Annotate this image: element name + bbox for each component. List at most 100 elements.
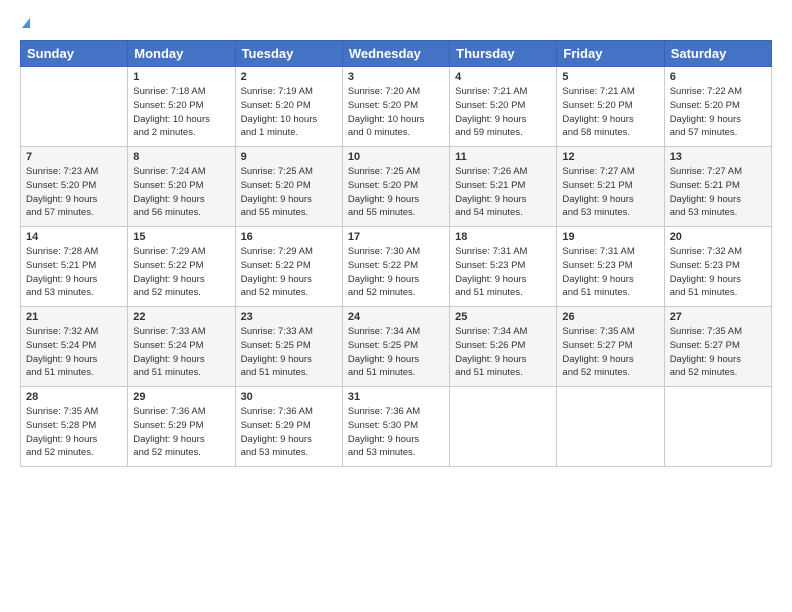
day-info-line: and 52 minutes.: [133, 447, 201, 458]
day-number: 17: [348, 231, 444, 243]
day-info: Sunrise: 7:31 AMSunset: 5:23 PMDaylight:…: [562, 245, 658, 300]
day-number: 3: [348, 71, 444, 83]
day-info-line: Sunset: 5:20 PM: [455, 100, 525, 111]
day-info-line: and 52 minutes.: [133, 287, 201, 298]
day-info-line: and 52 minutes.: [670, 367, 738, 378]
day-info: Sunrise: 7:35 AMSunset: 5:28 PMDaylight:…: [26, 405, 122, 460]
calendar-cell: 25Sunrise: 7:34 AMSunset: 5:26 PMDayligh…: [450, 307, 557, 387]
day-info-line: Sunset: 5:29 PM: [241, 420, 311, 431]
day-number: 4: [455, 71, 551, 83]
day-number: 7: [26, 151, 122, 163]
day-info-line: Daylight: 9 hours: [670, 114, 741, 125]
day-info-line: Sunrise: 7:22 AM: [670, 86, 742, 97]
calendar-cell: 18 Sunrise: 7:31 AMSunset: 5:23 PMDayligh…: [450, 227, 557, 307]
day-info-line: and 55 minutes.: [241, 207, 309, 218]
day-info-line: Daylight: 9 hours: [26, 274, 97, 285]
day-info-line: Daylight: 9 hours: [562, 354, 633, 365]
day-info-line: and 51 minutes.: [562, 287, 630, 298]
calendar-cell: 31Sunrise: 7:36 AMSunset: 5:30 PMDayligh…: [342, 387, 449, 467]
calendar-header-tuesday: Tuesday: [235, 41, 342, 67]
day-number: 27: [670, 311, 766, 323]
day-info: Sunrise: 7:27 AMSunset: 5:21 PMDaylight:…: [670, 165, 766, 220]
day-info-line: Daylight: 9 hours: [26, 354, 97, 365]
day-info-line: Sunrise: 7:34 AM: [455, 326, 527, 337]
day-info-line: Sunset: 5:25 PM: [348, 340, 418, 351]
calendar-week-row: 7 Sunrise: 7:23 AMSunset: 5:20 PMDaylight…: [21, 147, 772, 227]
day-number: 20: [670, 231, 766, 243]
day-info: Sunrise: 7:29 AMSunset: 5:22 PMDaylight:…: [133, 245, 229, 300]
day-info-line: Sunset: 5:20 PM: [241, 180, 311, 191]
day-info-line: Daylight: 9 hours: [133, 434, 204, 445]
calendar-cell: 12Sunrise: 7:27 AMSunset: 5:21 PMDayligh…: [557, 147, 664, 227]
calendar-cell: 17 Sunrise: 7:30 AMSunset: 5:22 PMDayligh…: [342, 227, 449, 307]
day-info-line: Daylight: 9 hours: [241, 434, 312, 445]
day-info: Sunrise: 7:25 AMSunset: 5:20 PMDaylight:…: [348, 165, 444, 220]
calendar-header-monday: Monday: [128, 41, 235, 67]
day-info-line: and 53 minutes.: [562, 207, 630, 218]
calendar-cell: 26Sunrise: 7:35 AMSunset: 5:27 PMDayligh…: [557, 307, 664, 387]
day-info-line: and 51 minutes.: [670, 287, 738, 298]
day-info-line: Sunset: 5:22 PM: [241, 260, 311, 271]
day-info-line: Daylight: 9 hours: [455, 114, 526, 125]
day-info-line: Sunset: 5:27 PM: [670, 340, 740, 351]
day-info: Sunrise: 7:23 AMSunset: 5:20 PMDaylight:…: [26, 165, 122, 220]
calendar-cell: 4 Sunrise: 7:21 AMSunset: 5:20 PMDaylight…: [450, 67, 557, 147]
header: [20, 18, 772, 30]
day-info-line: Sunset: 5:20 PM: [133, 180, 203, 191]
calendar-header-saturday: Saturday: [664, 41, 771, 67]
day-info: Sunrise: 7:31 AMSunset: 5:23 PMDaylight:…: [455, 245, 551, 300]
day-number: 10: [348, 151, 444, 163]
page: SundayMondayTuesdayWednesdayThursdayFrid…: [0, 0, 792, 612]
logo-triangle-icon: [22, 18, 30, 28]
day-info: Sunrise: 7:33 AMSunset: 5:25 PMDaylight:…: [241, 325, 337, 380]
day-number: 23: [241, 311, 337, 323]
day-info-line: Sunset: 5:20 PM: [241, 100, 311, 111]
day-info-line: Sunrise: 7:28 AM: [26, 246, 98, 257]
day-info-line: Daylight: 10 hours: [241, 114, 318, 125]
day-info-line: and 51 minutes.: [455, 287, 523, 298]
day-info-line: Sunrise: 7:36 AM: [133, 406, 205, 417]
calendar-cell: 3Sunrise: 7:20 AMSunset: 5:20 PMDaylight…: [342, 67, 449, 147]
day-number: 30: [241, 391, 337, 403]
day-info-line: Daylight: 9 hours: [241, 354, 312, 365]
day-number: 5: [562, 71, 658, 83]
day-info-line: and 53 minutes.: [670, 207, 738, 218]
day-info-line: Sunrise: 7:19 AM: [241, 86, 313, 97]
day-info-line: and 52 minutes.: [348, 287, 416, 298]
day-info-line: Sunrise: 7:27 AM: [670, 166, 742, 177]
day-info-line: Sunset: 5:20 PM: [26, 180, 96, 191]
day-info-line: Sunset: 5:23 PM: [670, 260, 740, 271]
day-info-line: Daylight: 9 hours: [670, 194, 741, 205]
calendar-cell: 9Sunrise: 7:25 AMSunset: 5:20 PMDaylight…: [235, 147, 342, 227]
day-info-line: Sunrise: 7:18 AM: [133, 86, 205, 97]
calendar-cell: 10 Sunrise: 7:25 AMSunset: 5:20 PMDayligh…: [342, 147, 449, 227]
day-info-line: Sunset: 5:30 PM: [348, 420, 418, 431]
day-info-line: Sunset: 5:23 PM: [455, 260, 525, 271]
day-info-line: Sunset: 5:21 PM: [455, 180, 525, 191]
day-number: 8: [133, 151, 229, 163]
day-number: 18: [455, 231, 551, 243]
day-info: Sunrise: 7:19 AM Sunset: 5:20 PM Daylight:…: [241, 85, 337, 140]
day-info-line: Daylight: 9 hours: [133, 354, 204, 365]
calendar-cell: 15Sunrise: 7:29 AMSunset: 5:22 PMDayligh…: [128, 227, 235, 307]
day-number: 19: [562, 231, 658, 243]
day-info-line: and 51 minutes.: [241, 367, 309, 378]
day-number: 11: [455, 151, 551, 163]
day-info-line: Daylight: 9 hours: [348, 274, 419, 285]
day-info-line: Sunrise: 7:34 AM: [348, 326, 420, 337]
calendar-cell: 27Sunrise: 7:35 AMSunset: 5:27 PMDayligh…: [664, 307, 771, 387]
day-info-line: and 58 minutes.: [562, 127, 630, 138]
day-info-line: and 51 minutes.: [455, 367, 523, 378]
day-info: Sunrise: 7:30 AMSunset: 5:22 PMDaylight:…: [348, 245, 444, 300]
day-number: 28: [26, 391, 122, 403]
day-info: Sunrise: 7:24 AMSunset: 5:20 PMDaylight:…: [133, 165, 229, 220]
day-info: Sunrise: 7:21 AMSunset: 5:20 PMDaylight:…: [562, 85, 658, 140]
day-info-line: Daylight: 9 hours: [348, 194, 419, 205]
day-info: Sunrise: 7:21 AMSunset: 5:20 PMDaylight:…: [455, 85, 551, 140]
day-info-line: and 1 minute.: [241, 127, 299, 138]
day-info-line: Daylight: 9 hours: [562, 114, 633, 125]
day-number: 12: [562, 151, 658, 163]
day-info-line: Sunrise: 7:24 AM: [133, 166, 205, 177]
day-number: 6: [670, 71, 766, 83]
day-info: Sunrise: 7:32 AMSunset: 5:24 PMDaylight:…: [26, 325, 122, 380]
